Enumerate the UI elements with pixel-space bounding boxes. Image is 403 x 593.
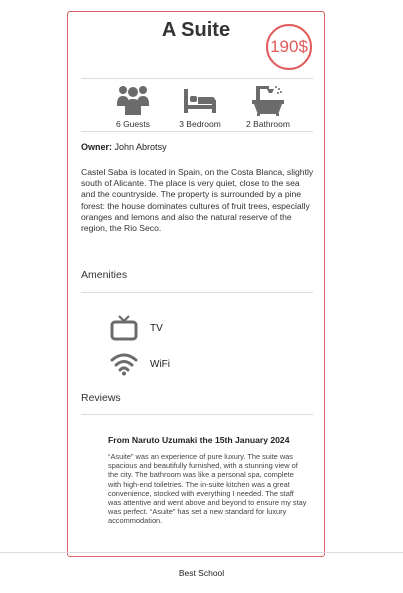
divider bbox=[81, 78, 313, 79]
review-heading: From Naruto Uzumaki the 15th January 202… bbox=[108, 435, 290, 445]
owner-name: John Abrotsy bbox=[114, 142, 167, 152]
amenity-wifi: WiFi bbox=[110, 352, 170, 376]
bathtub-icon bbox=[252, 86, 284, 116]
feature-bathroom: 2 Bathroom bbox=[233, 84, 303, 129]
divider bbox=[81, 292, 313, 293]
feature-label: 2 Bathroom bbox=[246, 119, 290, 129]
price-badge: 190$ bbox=[266, 24, 312, 70]
feature-label: 6 Guests bbox=[115, 119, 151, 129]
amenity-tv: TV bbox=[110, 315, 163, 342]
feature-label: 3 Bedroom bbox=[179, 119, 221, 129]
divider bbox=[81, 414, 313, 415]
place-description: Castel Saba is located in Spain, on the … bbox=[81, 167, 314, 234]
amenity-label: WiFi bbox=[150, 358, 170, 370]
guests-icon bbox=[117, 86, 149, 115]
owner-line: Owner: John Abrotsy bbox=[81, 142, 167, 152]
bed-icon bbox=[184, 89, 216, 113]
amenity-label: TV bbox=[150, 323, 163, 334]
wifi-icon bbox=[110, 353, 138, 376]
footer-text: Best School bbox=[178, 568, 225, 578]
tv-icon bbox=[110, 315, 138, 341]
feature-guests: 6 Guests bbox=[98, 84, 168, 129]
review-text: “Asuite” was an experience of pure luxur… bbox=[108, 452, 307, 526]
footer-divider bbox=[0, 552, 403, 553]
owner-label: Owner: bbox=[81, 142, 113, 152]
reviews-title: Reviews bbox=[81, 392, 121, 404]
feature-bedroom: 3 Bedroom bbox=[165, 84, 235, 129]
amenities-title: Amenities bbox=[81, 269, 128, 281]
divider bbox=[81, 131, 313, 132]
place-card: A Suite 190$ 6 Guests 3 Bedroom 2 Bathro… bbox=[67, 11, 325, 557]
